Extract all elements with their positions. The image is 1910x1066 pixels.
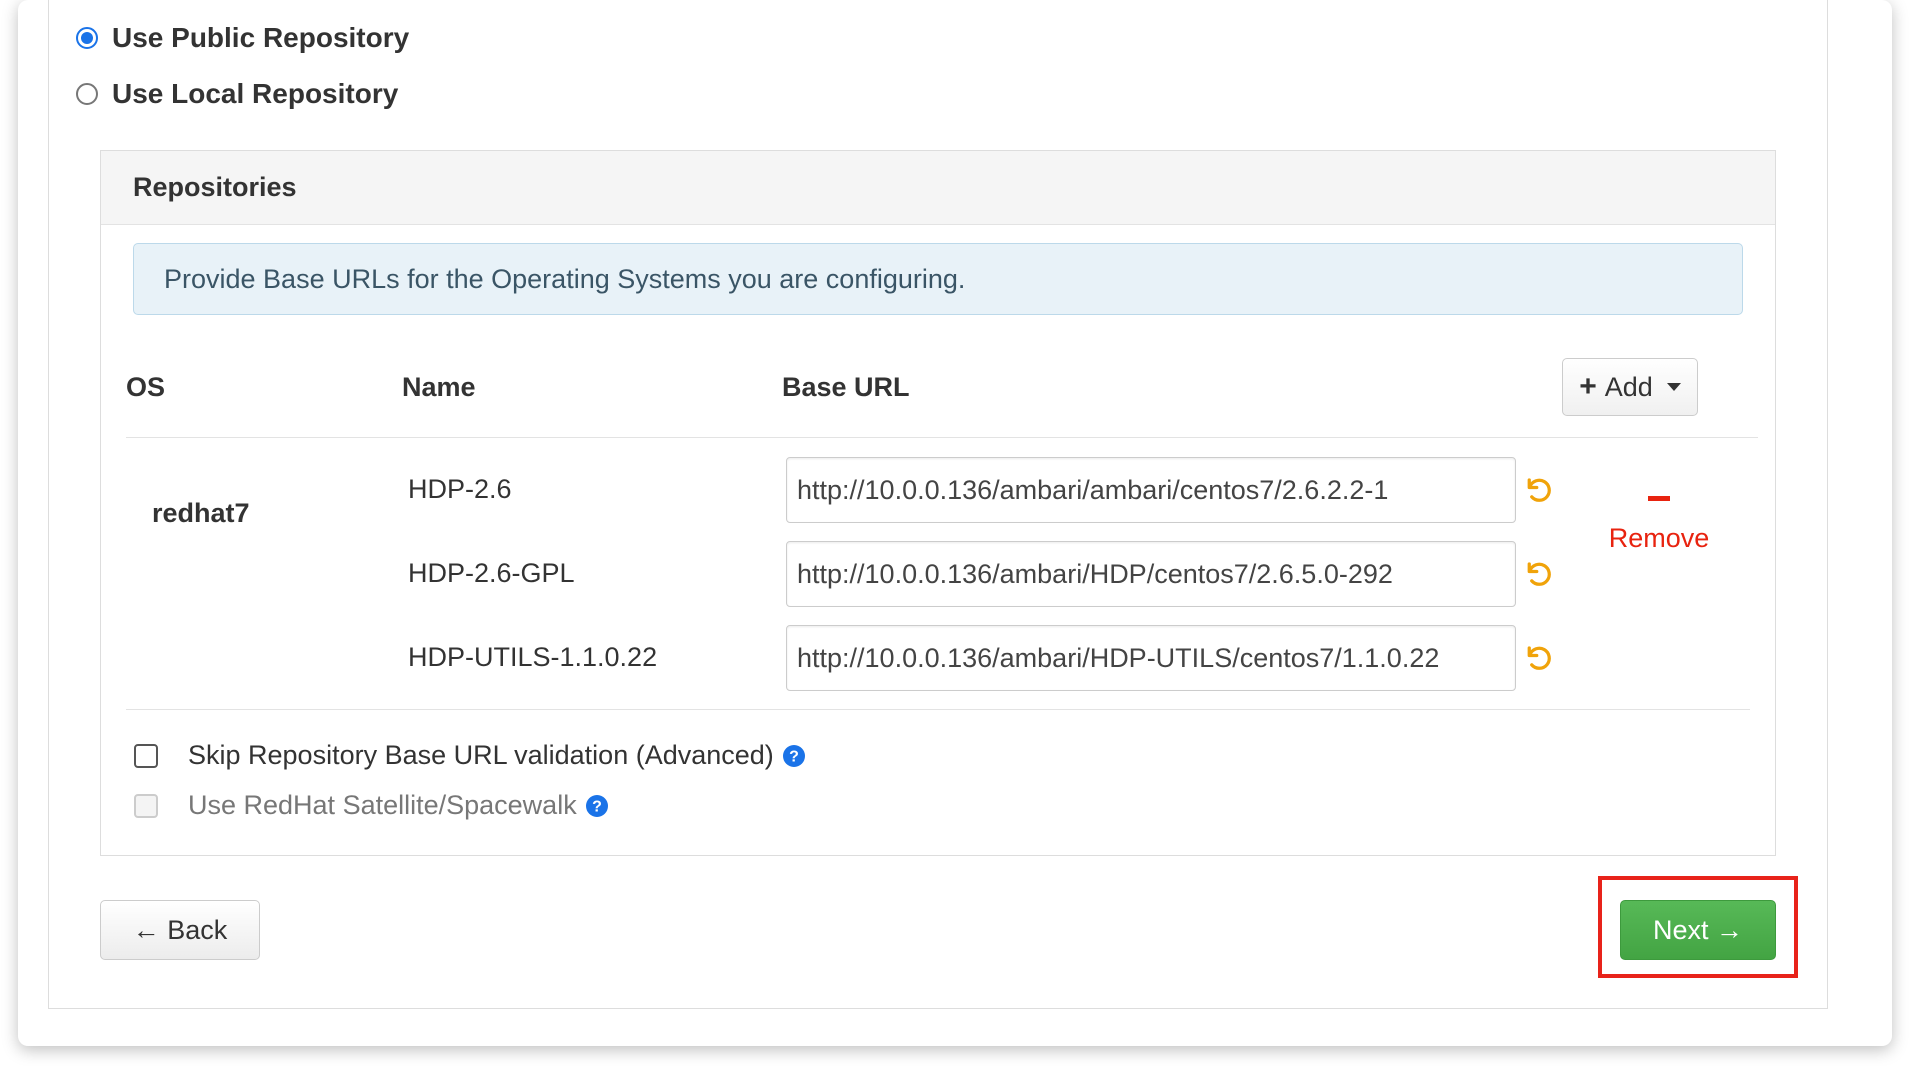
satellite-option: Use RedHat Satellite/Spacewalk ?	[134, 790, 609, 821]
back-button[interactable]: ← Back	[100, 900, 260, 960]
public-repository-label[interactable]: Use Public Repository	[112, 22, 409, 54]
column-header-os: OS	[126, 372, 166, 402]
base-url-input[interactable]	[786, 625, 1516, 691]
skip-validation-checkbox[interactable]	[134, 743, 158, 768]
base-url-input[interactable]	[786, 457, 1516, 523]
remove-os-label: Remove	[1608, 523, 1710, 553]
skip-validation-label[interactable]: Skip Repository Base URL validation (Adv…	[188, 740, 774, 771]
remove-os-button[interactable]: Remove	[1604, 480, 1714, 554]
caret-down-icon	[1666, 383, 1681, 391]
undo-icon[interactable]	[1523, 475, 1553, 505]
table-header-divider	[126, 437, 1758, 438]
next-button-label: Next →	[1652, 914, 1744, 945]
repo-name: HDP-UTILS-1.1.0.22	[408, 642, 658, 672]
local-repository-option[interactable]: Use Local Repository	[76, 78, 398, 110]
repo-name: HDP-2.6-GPL	[408, 558, 575, 588]
add-os-button[interactable]: + Add	[1562, 358, 1698, 416]
info-alert: Provide Base URLs for the Operating Syst…	[133, 243, 1743, 315]
browser-window: Use Public Repository Use Local Reposito…	[18, 0, 1892, 1046]
public-repository-option[interactable]: Use Public Repository	[76, 22, 409, 54]
minus-icon	[1648, 496, 1670, 501]
svg-text:?: ?	[592, 798, 602, 815]
add-os-button-label: Add	[1604, 371, 1653, 402]
next-button[interactable]: Next →	[1620, 900, 1776, 960]
page: Use Public Repository Use Local Reposito…	[0, 0, 1910, 1066]
back-button-label: ← Back	[132, 914, 228, 945]
public-repository-radio[interactable]	[76, 27, 98, 49]
repositories-title: Repositories	[133, 172, 297, 202]
svg-text:?: ?	[789, 748, 799, 765]
help-icon[interactable]: ?	[585, 794, 609, 818]
repositories-panel-header: Repositories	[101, 151, 1775, 225]
undo-icon[interactable]	[1523, 559, 1553, 589]
table-footer-divider	[126, 709, 1750, 710]
repo-name: HDP-2.6	[408, 474, 512, 504]
satellite-label: Use RedHat Satellite/Spacewalk	[188, 790, 577, 820]
undo-icon[interactable]	[1523, 643, 1553, 673]
column-header-base-url: Base URL	[782, 372, 910, 402]
info-alert-text: Provide Base URLs for the Operating Syst…	[164, 263, 966, 294]
satellite-checkbox	[134, 793, 158, 818]
column-header-name: Name	[402, 372, 476, 402]
plus-icon: +	[1579, 370, 1597, 403]
local-repository-label[interactable]: Use Local Repository	[112, 78, 398, 110]
local-repository-radio[interactable]	[76, 83, 98, 105]
os-name: redhat7	[152, 498, 250, 528]
base-url-input[interactable]	[786, 541, 1516, 607]
skip-validation-option[interactable]: Skip Repository Base URL validation (Adv…	[134, 740, 806, 771]
help-icon[interactable]: ?	[782, 744, 806, 768]
